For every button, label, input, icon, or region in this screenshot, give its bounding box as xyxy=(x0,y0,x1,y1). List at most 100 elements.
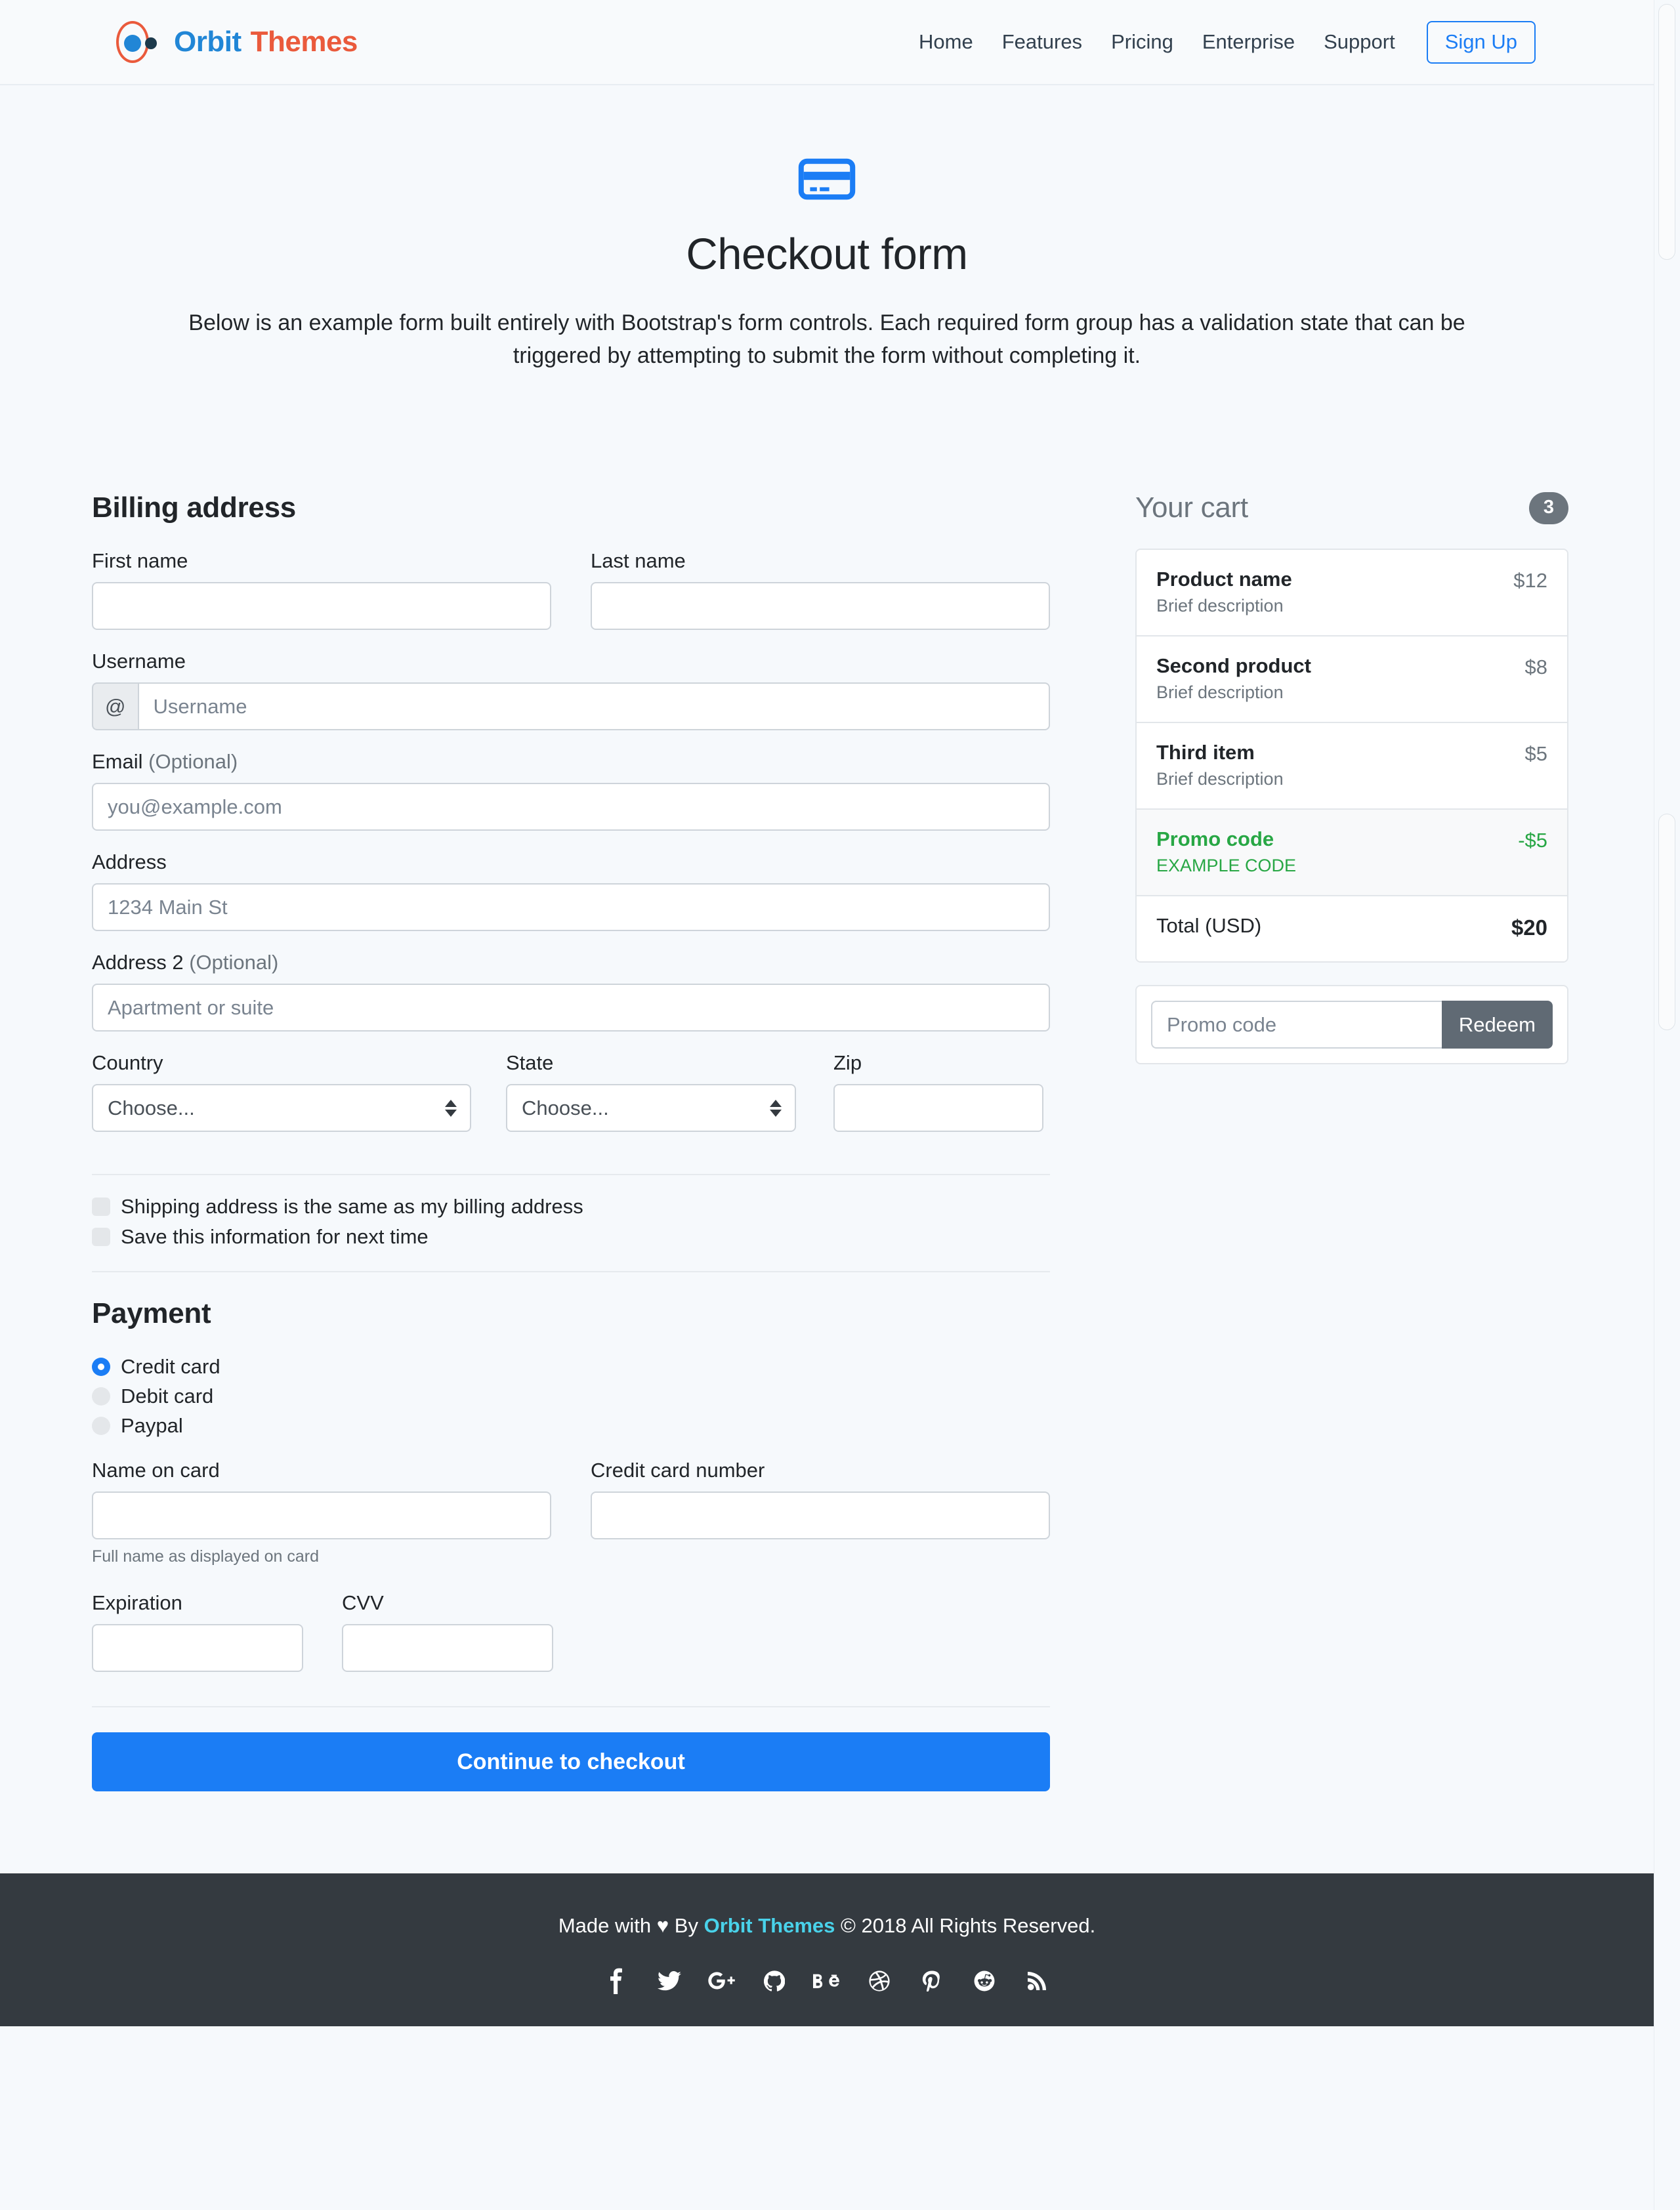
behance-icon[interactable] xyxy=(813,1967,841,1995)
address2-input[interactable] xyxy=(92,984,1050,1032)
address-input[interactable] xyxy=(92,883,1050,932)
brand-name: Orbit Themes xyxy=(174,26,358,58)
name-on-card-help: Full name as displayed on card xyxy=(92,1547,320,1566)
checkout-main: Billing address First name Last name Use… xyxy=(85,372,1568,1792)
social-links xyxy=(0,1967,1654,1995)
page-description: Below is an example form built entirely … xyxy=(188,310,1465,368)
expiration-input[interactable] xyxy=(92,1624,303,1673)
continue-to-checkout-button[interactable]: Continue to checkout xyxy=(92,1732,1050,1792)
email-group: Email (Optional) xyxy=(92,750,1050,831)
cart-items-list: Product name Brief description $12 Secon… xyxy=(1135,549,1568,963)
billing-address-heading: Billing address xyxy=(92,491,296,524)
payment-option-debit-card[interactable]: Debit card xyxy=(92,1385,1050,1408)
brand-logo[interactable]: Orbit Themes xyxy=(115,19,358,65)
cart-item-info: Third item Brief description xyxy=(1156,741,1284,789)
nav-item-pricing[interactable]: Pricing xyxy=(1097,30,1188,54)
cart-item-info: Product name Brief description xyxy=(1156,568,1292,616)
google-plus-icon[interactable] xyxy=(708,1967,736,1995)
name-row: First name Last name xyxy=(92,549,1050,650)
zip-input[interactable] xyxy=(833,1084,1043,1133)
cart-item-row: Second product Brief description $8 xyxy=(1137,636,1567,724)
card-number-input[interactable] xyxy=(591,1491,1050,1540)
payment-option-credit-card[interactable]: Credit card xyxy=(92,1355,1050,1379)
save-info-checkbox-row[interactable]: Save this information for next time xyxy=(92,1225,1050,1249)
cart-count-badge: 3 xyxy=(1528,491,1568,524)
facebook-icon[interactable] xyxy=(603,1967,631,1995)
hero-section: Checkout form Below is an example form b… xyxy=(85,85,1568,372)
credit-card-label[interactable]: Credit card xyxy=(121,1355,220,1379)
first-name-group: First name xyxy=(92,549,551,631)
nav-item-support[interactable]: Support xyxy=(1309,30,1410,54)
state-select-wrap: Choose... xyxy=(506,1084,796,1133)
country-label: Country xyxy=(92,1051,163,1075)
save-info-checkbox[interactable] xyxy=(92,1228,110,1247)
zip-group: Zip xyxy=(833,1051,1043,1133)
orbit-logo-icon xyxy=(115,19,161,65)
payment-heading: Payment xyxy=(92,1297,211,1330)
dribbble-icon[interactable] xyxy=(866,1967,893,1995)
nav-item-home[interactable]: Home xyxy=(904,30,988,54)
name-on-card-input[interactable] xyxy=(92,1491,551,1540)
twitter-icon[interactable] xyxy=(656,1967,683,1995)
nav-item-features[interactable]: Features xyxy=(988,30,1097,54)
top-navbar: Orbit Themes Home Features Pricing Enterp… xyxy=(0,0,1654,85)
pinterest-icon[interactable] xyxy=(918,1967,946,1995)
first-name-input[interactable] xyxy=(92,582,551,631)
scrollbar-thumb-inner[interactable] xyxy=(1658,814,1675,1030)
debit-card-label[interactable]: Debit card xyxy=(121,1385,213,1408)
save-info-label[interactable]: Save this information for next time xyxy=(121,1225,429,1249)
last-name-input[interactable] xyxy=(591,582,1050,631)
cart-item-desc: Brief description xyxy=(1156,769,1284,789)
checkout-form-column: Billing address First name Last name Use… xyxy=(92,491,1050,1792)
github-icon[interactable] xyxy=(761,1967,788,1995)
same-address-checkbox[interactable] xyxy=(92,1198,110,1217)
card-number-label: Credit card number xyxy=(591,1459,765,1482)
credit-card-icon xyxy=(798,158,856,200)
card-row: Name on card Full name as displayed on c… xyxy=(92,1459,1050,1573)
scrollbar-thumb-outer[interactable] xyxy=(1658,4,1675,260)
nav-item-enterprise[interactable]: Enterprise xyxy=(1188,30,1309,54)
cart-item-row: Third item Brief description $5 xyxy=(1137,723,1567,810)
cvv-input[interactable] xyxy=(342,1624,553,1673)
promo-code-form: Redeem xyxy=(1135,985,1568,1065)
divider-payment xyxy=(92,1271,1050,1273)
cart-item-price: $5 xyxy=(1524,742,1547,766)
username-input[interactable] xyxy=(137,682,1050,731)
email-input[interactable] xyxy=(92,783,1050,831)
expiry-cvv-row: Expiration CVV xyxy=(92,1591,1050,1692)
same-address-checkbox-row[interactable]: Shipping address is the same as my billi… xyxy=(92,1195,1050,1219)
same-address-label[interactable]: Shipping address is the same as my billi… xyxy=(121,1195,583,1219)
page-title: Checkout form xyxy=(686,230,968,279)
payment-option-paypal[interactable]: Paypal xyxy=(92,1414,1050,1438)
credit-card-radio[interactable] xyxy=(92,1358,110,1377)
page-scrollbar[interactable] xyxy=(1654,0,1680,2210)
state-label: State xyxy=(506,1051,554,1075)
debit-card-radio[interactable] xyxy=(92,1387,110,1406)
cart-total-row: Total (USD) $20 xyxy=(1137,896,1567,962)
name-on-card-group: Name on card Full name as displayed on c… xyxy=(92,1459,551,1566)
cart-total-amount: $20 xyxy=(1511,915,1547,940)
promo-code-input[interactable] xyxy=(1151,1001,1442,1049)
paypal-label[interactable]: Paypal xyxy=(121,1414,183,1438)
state-group: State Choose... xyxy=(506,1051,796,1133)
cart-promo-discount: -$5 xyxy=(1518,829,1547,852)
state-select[interactable]: Choose... xyxy=(506,1084,796,1133)
cart-promo-info: Promo code EXAMPLE CODE xyxy=(1156,827,1296,876)
footer-by: By xyxy=(674,1914,698,1938)
paypal-radio[interactable] xyxy=(92,1417,110,1436)
email-label-text: Email xyxy=(92,750,143,774)
cart-promo-code: EXAMPLE CODE xyxy=(1156,856,1297,876)
username-label: Username xyxy=(92,650,186,673)
primary-nav: Home Features Pricing Enterprise Support… xyxy=(904,20,1536,64)
address-group: Address xyxy=(92,850,1050,932)
cart-item-name: Product name xyxy=(1156,568,1292,591)
country-select[interactable]: Choose... xyxy=(92,1084,471,1133)
expiration-group: Expiration xyxy=(92,1591,303,1673)
email-optional-tag: (Optional) xyxy=(148,750,238,774)
card-number-group: Credit card number xyxy=(591,1459,1050,1553)
sign-up-button[interactable]: Sign Up xyxy=(1426,20,1536,64)
rss-icon[interactable] xyxy=(1023,1967,1051,1995)
reddit-icon[interactable] xyxy=(971,1967,998,1995)
redeem-button[interactable]: Redeem xyxy=(1441,1001,1553,1049)
footer-brand-link[interactable]: Orbit Themes xyxy=(704,1914,835,1937)
